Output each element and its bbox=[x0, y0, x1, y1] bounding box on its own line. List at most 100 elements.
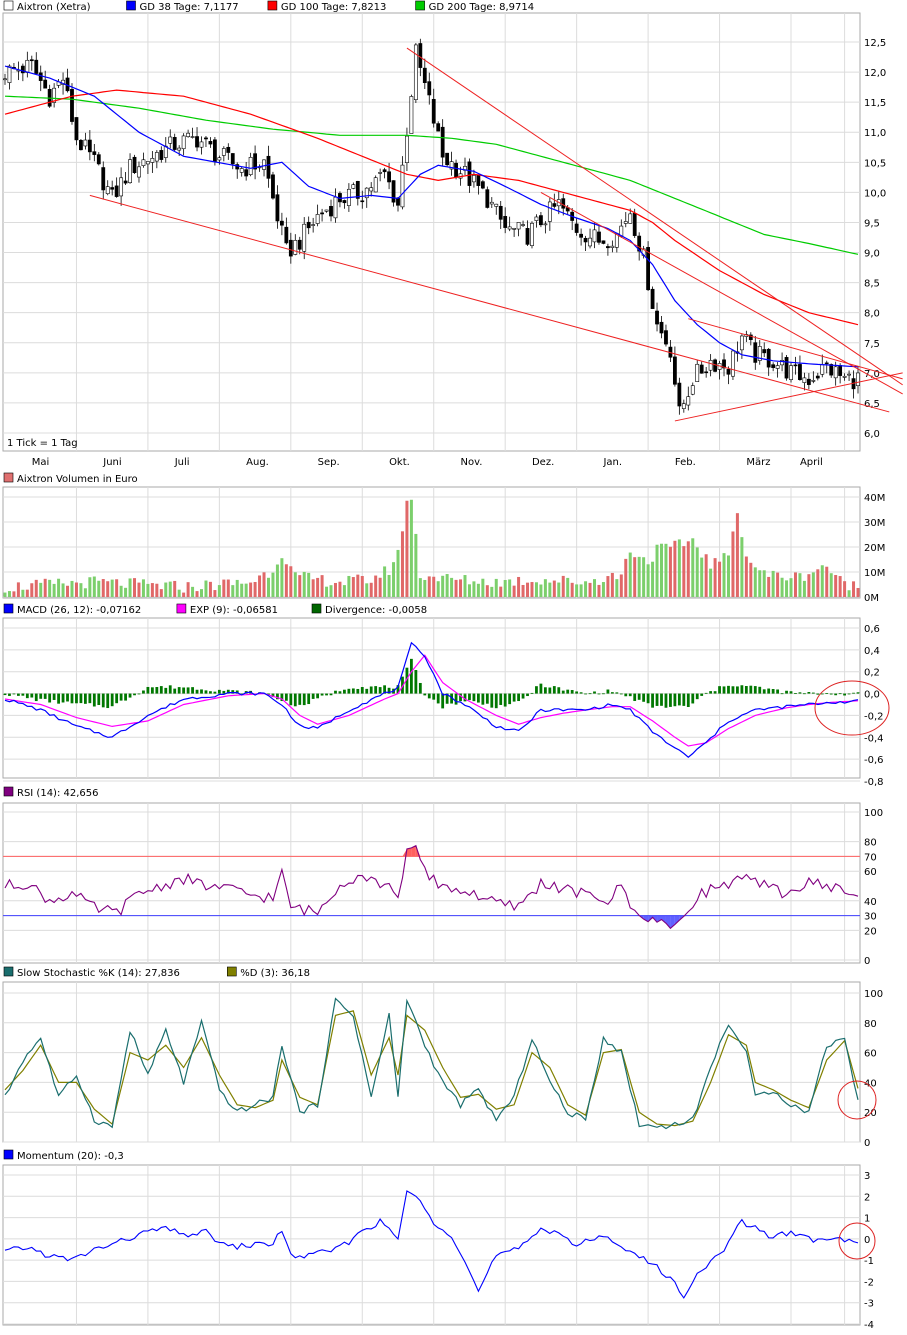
candle-body bbox=[659, 321, 664, 334]
momentum-tick-label: 2 bbox=[864, 1192, 870, 1203]
legend-label: GD 200 Tage: 8,9714 bbox=[429, 2, 535, 13]
candle-body bbox=[302, 223, 307, 252]
candle-body bbox=[686, 396, 691, 406]
divergence-bar bbox=[744, 686, 748, 694]
candle-body bbox=[382, 169, 387, 173]
volume-bar bbox=[52, 583, 56, 597]
macd-panel: -0,8 -0,6 -0,4 -0,2 0,0 0,2 0,4 0,6 MACD (26, 1… bbox=[2, 603, 890, 788]
divergence-bar bbox=[12, 693, 16, 695]
volume-bar bbox=[258, 575, 262, 597]
volume-bar bbox=[16, 582, 20, 597]
volume-bar bbox=[409, 499, 413, 597]
candle-body bbox=[708, 360, 713, 371]
volume-bar bbox=[182, 592, 186, 597]
volume-bar bbox=[231, 585, 235, 597]
price-tick-label: 9,0 bbox=[864, 249, 880, 260]
candle-body bbox=[391, 180, 396, 203]
candle-body bbox=[440, 126, 445, 158]
momentum-legend: Momentum (20): -0,3 bbox=[3, 1149, 124, 1162]
volume-bar bbox=[208, 581, 212, 597]
divergence-bar bbox=[494, 693, 498, 709]
candle-body bbox=[623, 221, 628, 224]
volume-bar bbox=[119, 585, 123, 597]
volume-bar bbox=[21, 589, 25, 597]
candle-body bbox=[739, 335, 744, 351]
divergence-bar bbox=[8, 693, 11, 696]
volume-bar bbox=[7, 591, 11, 597]
volume-bar bbox=[575, 584, 579, 597]
volume-bar bbox=[588, 582, 592, 597]
divergence-bar bbox=[414, 670, 418, 694]
volume-bar bbox=[405, 500, 409, 597]
volume-bar bbox=[490, 586, 494, 597]
divergence-bar bbox=[173, 688, 177, 694]
divergence-bar bbox=[88, 693, 92, 704]
volume-bar bbox=[418, 578, 422, 597]
legend-swatch bbox=[3, 786, 14, 797]
candle-body bbox=[842, 375, 847, 378]
price-tick-label: 8,0 bbox=[864, 309, 880, 320]
divergence-bar bbox=[829, 693, 833, 695]
volume-bar bbox=[780, 577, 784, 597]
candle-body bbox=[485, 189, 490, 208]
divergence-bar bbox=[177, 687, 181, 694]
volume-bar bbox=[566, 577, 570, 597]
rsi-y-axis: 0 20 30 40 60 70 80 100 bbox=[864, 808, 883, 967]
volume-bar bbox=[735, 513, 739, 597]
volume-bar bbox=[12, 591, 16, 597]
candle-body bbox=[445, 152, 450, 166]
stochastic-legend: Slow Stochastic %K (14): 27,836 %D (3): 3… bbox=[3, 966, 310, 979]
volume-bar bbox=[293, 572, 297, 597]
candle-body bbox=[248, 156, 253, 176]
divergence-bar bbox=[820, 693, 824, 695]
volume-bar bbox=[159, 589, 163, 597]
momentum-frame bbox=[2, 1164, 861, 1326]
candle-body bbox=[583, 237, 588, 243]
divergence-bar bbox=[597, 693, 601, 695]
volume-bar bbox=[133, 578, 137, 597]
candle-body bbox=[677, 382, 682, 407]
divergence-bar bbox=[284, 693, 288, 701]
legend-swatch bbox=[415, 0, 425, 11]
volume-bar bbox=[579, 584, 583, 597]
volume-legend: Aixtron Volumen in Euro bbox=[3, 472, 138, 485]
candle-body bbox=[38, 72, 43, 81]
divergence-bar bbox=[142, 690, 145, 694]
volume-bar bbox=[226, 579, 230, 597]
candle-body bbox=[271, 174, 275, 199]
divergence-bar bbox=[334, 690, 337, 694]
momentum-tick-label: -4 bbox=[864, 1320, 874, 1331]
macd-legend: MACD (26, 12): -0,07162 EXP (9): -0,06581… bbox=[3, 603, 427, 616]
divergence-bar bbox=[61, 693, 65, 703]
volume-bar bbox=[758, 570, 762, 597]
candle-body bbox=[480, 181, 485, 189]
candle-body bbox=[695, 363, 700, 383]
divergence-bar bbox=[289, 693, 293, 706]
price-tick-label: 10,0 bbox=[864, 188, 886, 199]
candle-body bbox=[784, 357, 789, 379]
volume-bar bbox=[704, 554, 708, 597]
volume-bar bbox=[820, 565, 824, 597]
candle-body bbox=[110, 187, 115, 190]
candle-body bbox=[387, 171, 391, 183]
divergence-bar bbox=[213, 691, 217, 694]
month-label: Aug. bbox=[246, 457, 269, 468]
candle-body bbox=[34, 59, 39, 74]
divergence-bar bbox=[526, 693, 529, 697]
volume-bar bbox=[213, 590, 217, 597]
divergence-bar bbox=[186, 687, 190, 694]
candle-body bbox=[320, 212, 324, 215]
volume-bar bbox=[530, 582, 534, 597]
volume-bar bbox=[3, 592, 7, 597]
candle-body bbox=[431, 98, 436, 124]
rsi-tick-label: 40 bbox=[864, 897, 877, 908]
price-tick-label: 12,0 bbox=[864, 68, 886, 79]
divergence-bar bbox=[686, 693, 690, 707]
divergence-bar bbox=[16, 693, 20, 696]
volume-bar bbox=[472, 581, 476, 597]
candle-body bbox=[87, 139, 92, 153]
volume-bar bbox=[392, 562, 396, 597]
divergence-bar bbox=[669, 693, 672, 707]
volume-bar bbox=[191, 586, 195, 597]
divergence-bar bbox=[557, 687, 561, 694]
